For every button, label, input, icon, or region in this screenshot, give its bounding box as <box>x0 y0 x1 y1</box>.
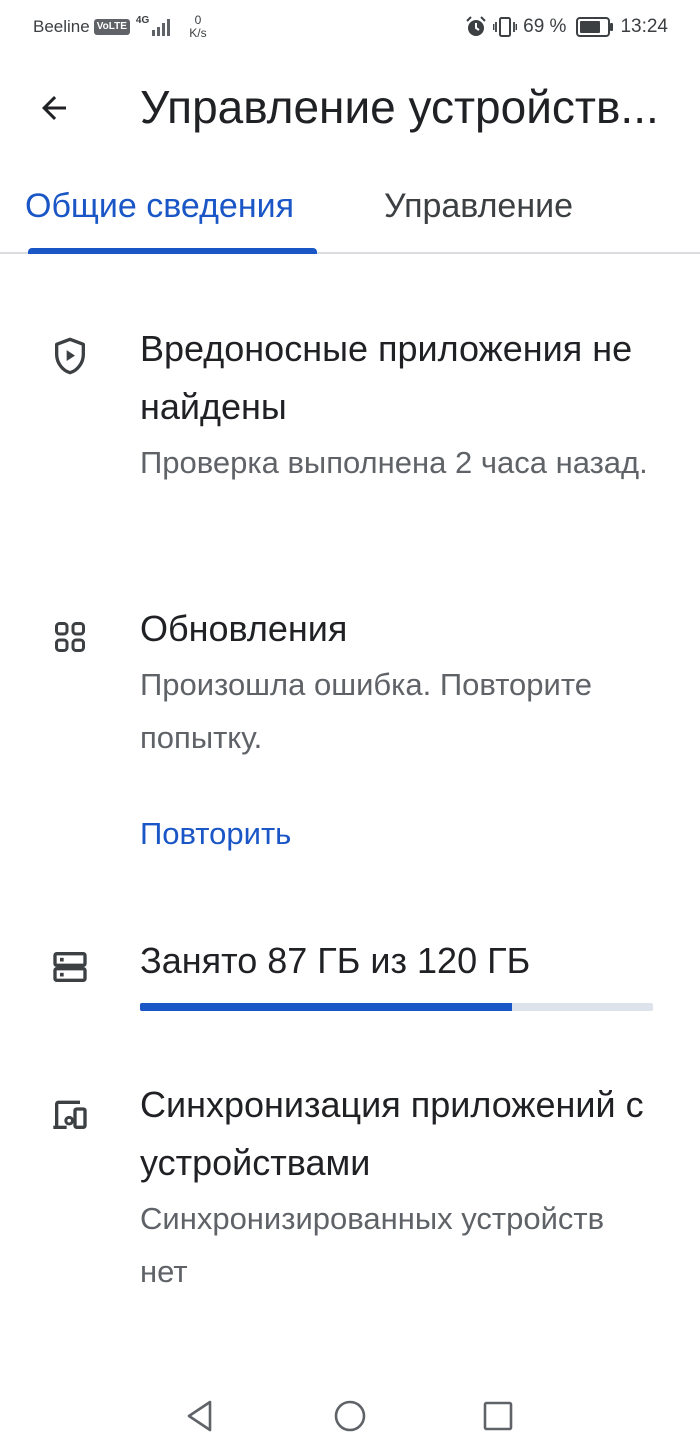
square-recents-icon <box>483 1401 513 1431</box>
app-bar: Управление устройств... <box>0 54 700 158</box>
battery-icon <box>576 17 614 37</box>
updates-subtitle: Произошла ошибка. Повторите попытку. <box>140 667 592 755</box>
speed-unit: K/s <box>189 26 207 40</box>
system-nav-bar <box>0 1380 700 1452</box>
storage-progress-fill <box>140 1003 512 1011</box>
clock: 13:24 <box>620 16 668 37</box>
carrier-name: Beeline <box>33 17 90 36</box>
vibrate-icon <box>493 17 518 37</box>
updates-title: Обновления <box>140 608 348 649</box>
tab-overview[interactable]: Общие сведения <box>25 186 294 226</box>
status-bar: Beeline VoLTE 4G 0 K/s 69 % 13:24 <box>0 0 700 54</box>
sync-subtitle: Синхронизированных устройств нет <box>140 1201 605 1289</box>
arrow-back-icon <box>42 96 66 120</box>
devices-icon <box>50 1094 90 1134</box>
alarm-icon <box>466 16 486 36</box>
volte-badge: VoLTE <box>93 19 130 35</box>
network-indicator: 4G <box>135 15 173 36</box>
sync-title: Синхронизация приложений с устройствами <box>140 1084 644 1183</box>
storage-title: Занято 87 ГБ из 120 ГБ <box>140 940 531 981</box>
malware-title: Вредоносные приложения не найдены <box>140 328 633 427</box>
retry-button[interactable]: Повторить <box>140 814 291 854</box>
battery-percent: 69 % <box>523 16 567 37</box>
nav-recents-button[interactable] <box>476 1394 520 1438</box>
nav-home-button[interactable] <box>328 1394 372 1438</box>
apps-grid-icon <box>50 617 90 657</box>
network-speed: 0 K/s <box>189 14 206 40</box>
circle-home-icon <box>334 1400 366 1432</box>
triangle-back-icon <box>187 1400 212 1432</box>
storage-icon <box>50 947 90 987</box>
storage-progress-bar <box>140 1003 653 1011</box>
signal-icon <box>152 19 171 36</box>
nav-back-button[interactable] <box>178 1394 222 1438</box>
back-button[interactable] <box>26 80 82 136</box>
tab-indicator <box>28 248 317 254</box>
malware-subtitle: Проверка выполнена 2 часа назад. <box>140 445 648 480</box>
shield-play-icon <box>50 336 90 376</box>
tab-bar: Общие сведения Управление <box>0 158 700 254</box>
tab-manage[interactable]: Управление <box>384 186 573 226</box>
page-title: Управление устройств... <box>140 81 659 133</box>
network-type: 4G <box>135 15 150 26</box>
